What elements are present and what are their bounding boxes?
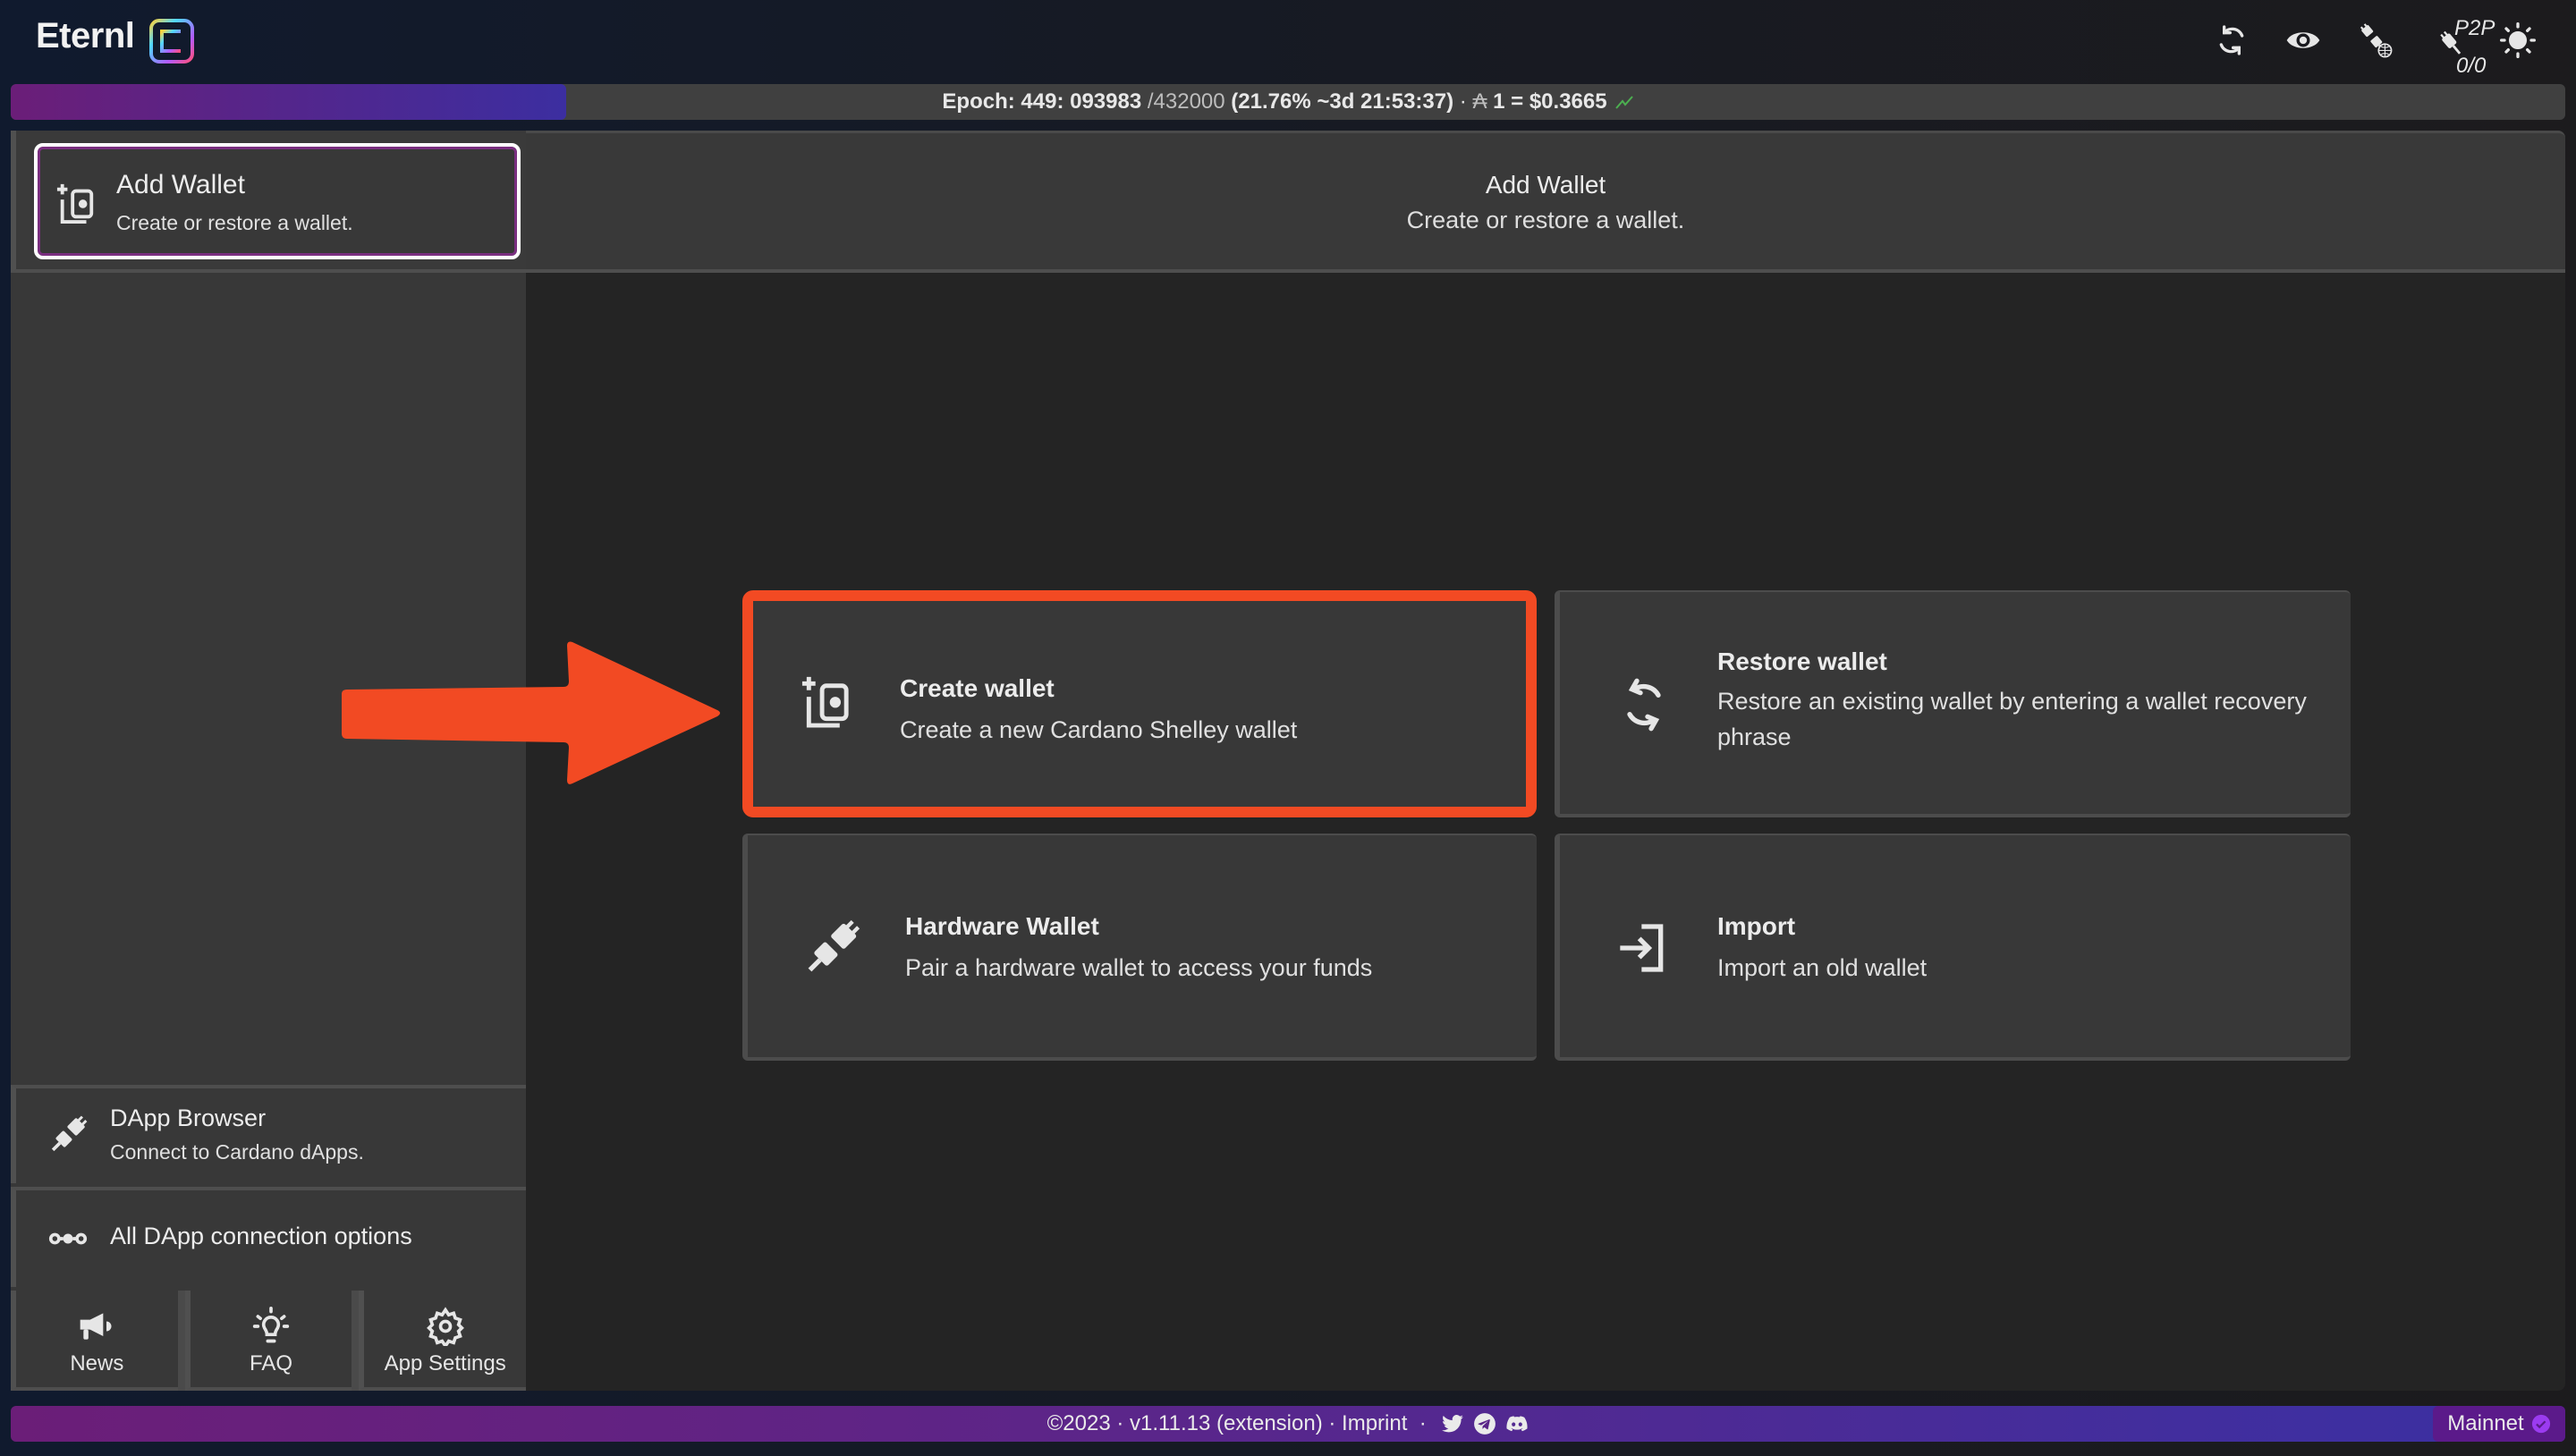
- app-logo-text: Eternl: [36, 16, 135, 55]
- gear-icon: [426, 1307, 464, 1346]
- hardware-wallet-description: Pair a hardware wallet to access your fu…: [905, 954, 1373, 981]
- import-description: Import an old wallet: [1717, 954, 1928, 981]
- import-title: Import: [1717, 912, 1796, 940]
- footer-separator: ·: [1407, 1411, 1433, 1435]
- plug-icon: [808, 919, 860, 972]
- news-button[interactable]: News: [11, 1291, 178, 1391]
- faq-label: FAQ: [250, 1351, 293, 1376]
- p2p-peer-count: 0/0: [2456, 54, 2487, 78]
- sidebar-item-dapp-options[interactable]: All DApp connection options: [11, 1187, 526, 1287]
- epoch-separator: ·: [1459, 89, 1473, 114]
- hardware-wallet-title: Hardware Wallet: [905, 912, 1099, 940]
- dapp-browser-title: DApp Browser: [110, 1105, 267, 1131]
- ada-price: 1 = $0.3665: [1487, 89, 1607, 114]
- epoch-progress-text: (21.76% ~3d 21:53:37): [1224, 89, 1460, 114]
- p2p-label: P2P: [2454, 16, 2496, 40]
- create-wallet-description: Create a new Cardano Shelley wallet: [900, 716, 1298, 743]
- create-wallet-card[interactable]: Create wallet Create a new Cardano Shell…: [742, 590, 1537, 817]
- lightbulb-icon: [252, 1307, 290, 1343]
- footer-copyright: ©2023 · v1.11.13 (extension) ·: [1046, 1411, 1343, 1435]
- epoch-slot-total: /432000: [1147, 89, 1225, 114]
- sun-icon[interactable]: [2497, 20, 2538, 61]
- epoch-progress-bar: Epoch: 449: 093983 /432000 (21.76% ~3d 2…: [11, 84, 2565, 120]
- main-content: Add Wallet Create or restore a wallet. C…: [526, 131, 2565, 1391]
- news-label: News: [70, 1351, 124, 1376]
- create-wallet-title: Create wallet: [900, 674, 1055, 702]
- wallet-add-icon: [801, 676, 849, 728]
- add-wallet-title: Add Wallet: [116, 170, 245, 199]
- trend-up-icon: [1614, 96, 1633, 109]
- epoch-label: Epoch: 449: 093983: [942, 89, 1148, 114]
- page-title: Add Wallet: [1485, 171, 1606, 199]
- discord-icon[interactable]: [1505, 1412, 1529, 1435]
- app-logo-icon: [149, 19, 194, 63]
- app-settings-button[interactable]: App Settings: [359, 1291, 527, 1391]
- restore-wallet-card[interactable]: Restore wallet Restore an existing walle…: [1555, 590, 2351, 817]
- restore-wallet-title: Restore wallet: [1717, 648, 1887, 675]
- connection-dots-icon: [48, 1232, 88, 1245]
- dapp-connect-globe-icon[interactable]: [2354, 20, 2395, 61]
- faq-button[interactable]: FAQ: [184, 1291, 352, 1391]
- hardware-wallet-card[interactable]: Hardware Wallet Pair a hardware wallet t…: [742, 834, 1537, 1061]
- add-wallet-subtitle: Create or restore a wallet.: [116, 211, 353, 234]
- sidebar-add-wallet-button[interactable]: Add Wallet Create or restore a wallet.: [34, 143, 521, 259]
- annotation-arrow: [342, 641, 720, 784]
- telegram-icon[interactable]: [1473, 1412, 1496, 1435]
- epoch-info: Epoch: 449: 093983 /432000 (21.76% ~3d 2…: [11, 84, 2565, 120]
- page-header: Add Wallet Create or restore a wallet.: [526, 131, 2565, 273]
- restore-icon: [1627, 678, 1661, 732]
- sidebar-bottom-buttons: News FAQ App Settings: [11, 1291, 527, 1391]
- megaphone-icon: [80, 1313, 112, 1340]
- twitter-icon[interactable]: [1441, 1412, 1464, 1435]
- sync-icon[interactable]: [2211, 20, 2252, 61]
- dapp-options-title: All DApp connection options: [110, 1223, 412, 1249]
- p2p-status[interactable]: P2P 0/0: [2431, 11, 2503, 78]
- import-wallet-card[interactable]: Import Import an old wallet: [1555, 834, 2351, 1061]
- network-label: Mainnet: [2447, 1411, 2524, 1435]
- ada-symbol: ₳: [1472, 89, 1487, 114]
- sidebar-header: Add Wallet Create or restore a wallet.: [11, 131, 526, 273]
- page-subtitle: Create or restore a wallet.: [1406, 207, 1685, 233]
- imprint-link[interactable]: Imprint: [1342, 1411, 1407, 1436]
- dapp-browser-subtitle: Connect to Cardano dApps.: [110, 1140, 364, 1164]
- verified-check-icon: [2531, 1414, 2550, 1434]
- sidebar-item-dapp-browser[interactable]: DApp Browser Connect to Cardano dApps.: [11, 1085, 526, 1183]
- restore-wallet-description: Restore an existing wallet by entering a…: [1717, 688, 2307, 750]
- plug-icon: [51, 1115, 88, 1152]
- app-settings-label: App Settings: [384, 1351, 506, 1376]
- footer: ©2023 · v1.11.13 (extension) · Imprint ·…: [11, 1406, 2565, 1442]
- import-icon: [1620, 924, 1664, 972]
- eye-icon[interactable]: [2283, 20, 2324, 61]
- network-badge[interactable]: Mainnet: [2433, 1406, 2565, 1442]
- wallet-add-icon: [56, 183, 94, 224]
